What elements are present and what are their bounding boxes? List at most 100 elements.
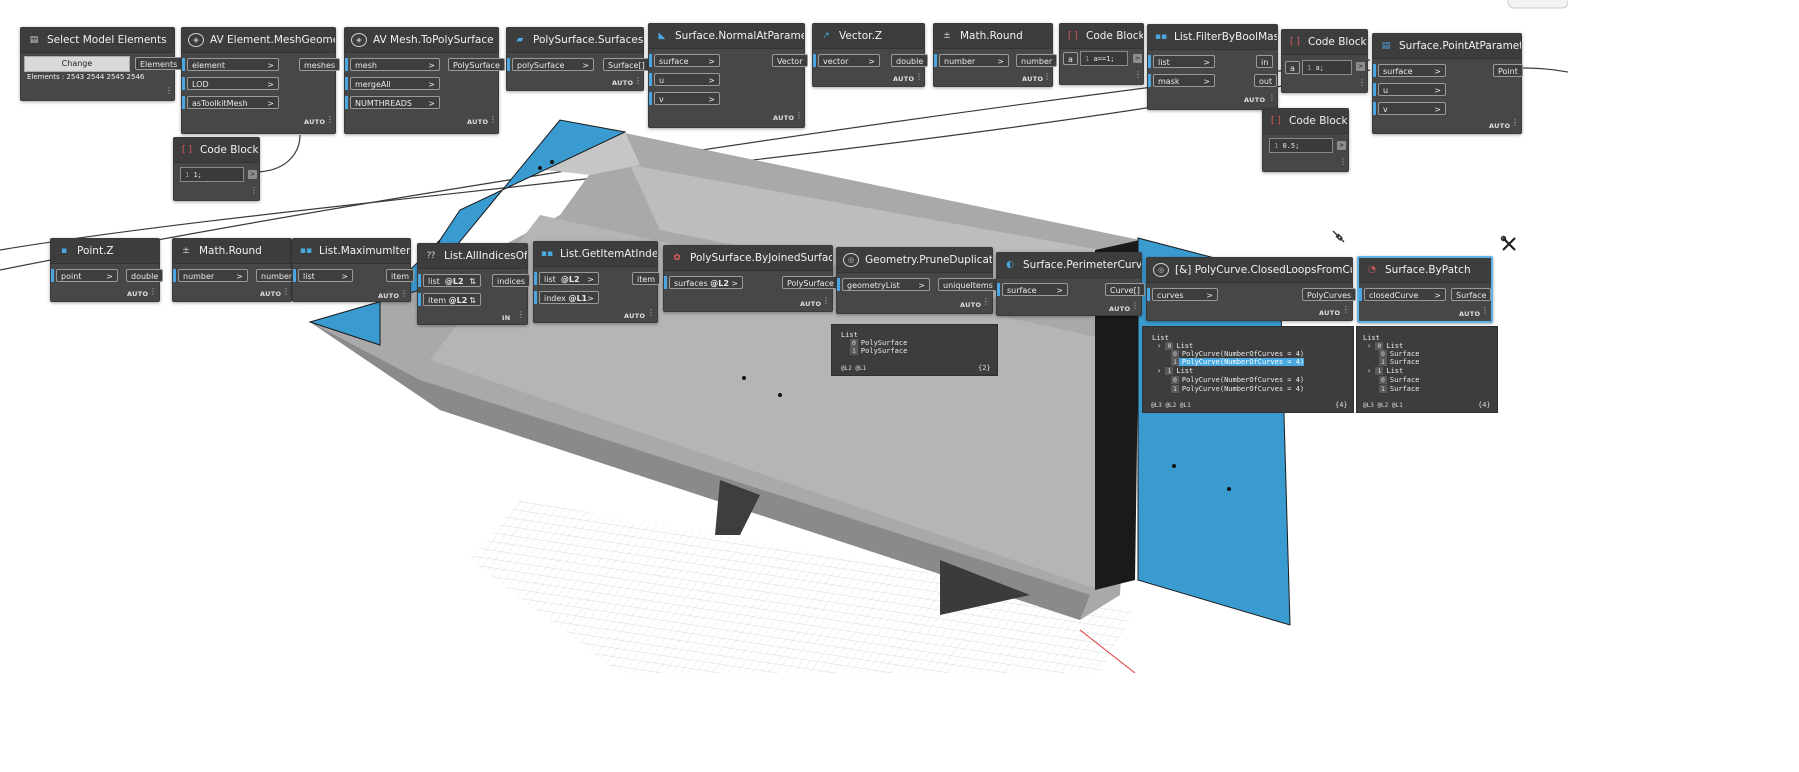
output-port[interactable]: > (1337, 141, 1346, 150)
node-menu-icon[interactable]: ⋮ (1358, 79, 1366, 87)
wrench-icon[interactable] (1500, 235, 1518, 253)
u-input[interactable]: u > (1378, 83, 1446, 96)
polysurface-input[interactable]: polySurface > (512, 58, 594, 71)
a-input[interactable]: a (1063, 52, 1078, 65)
item-output[interactable]: item (632, 272, 661, 285)
meshes-output[interactable]: meshes (299, 58, 341, 71)
node-menu-icon[interactable]: ⋮ (822, 297, 830, 305)
lacing-label[interactable]: AUTO (1459, 310, 1480, 318)
output-port[interactable]: > (248, 170, 257, 179)
output-port[interactable]: > (1133, 54, 1142, 63)
node-menu-icon[interactable]: ⋮ (282, 288, 290, 296)
node-menu-icon[interactable]: ⋮ (326, 116, 334, 124)
closedcurve-input[interactable]: closedCurve > (1364, 288, 1446, 301)
polycurve-closedloopsfromcurves-node[interactable]: ◎ [&] PolyCurve.ClosedLoopsFromCurves cur… (1146, 257, 1357, 321)
mergeall-input[interactable]: mergeAll > (350, 77, 440, 90)
vector-z-node[interactable]: ↗ Vector.Z vector > double AUTO ⋮ (812, 23, 929, 87)
u-input[interactable]: u > (654, 73, 720, 86)
surface-input[interactable]: surface > (654, 54, 720, 67)
surface-input[interactable]: surface > (1002, 283, 1068, 296)
list-getitematindex-node[interactable]: ▪▪ List.GetItemAtIndex list @L2 > index @L… (533, 241, 661, 323)
node-menu-icon[interactable]: ⋮ (1339, 158, 1347, 166)
lacing-label[interactable]: AUTO (612, 79, 633, 87)
surfaces-input[interactable]: surfaces @L2 > (669, 276, 743, 289)
node-menu-icon[interactable]: ⋮ (1131, 302, 1139, 310)
lacing-label[interactable]: AUTO (127, 290, 148, 298)
astoolkitmesh-input[interactable]: asToolkitMesh > (187, 96, 279, 109)
lod-input[interactable]: LOD > (187, 77, 279, 90)
code-block-node-one[interactable]: [ ] Code Block 1 1; > ⋮ (173, 137, 260, 201)
node-menu-icon[interactable]: ⋮ (250, 187, 258, 195)
output-port[interactable]: > (1356, 62, 1365, 71)
elements-output[interactable]: Elements (135, 57, 183, 70)
node-menu-icon[interactable]: ⋮ (915, 73, 923, 81)
list-input[interactable]: list @L2 > (539, 272, 599, 285)
lacing-label[interactable]: AUTO (960, 301, 981, 309)
code-editor[interactable]: 1 a; (1302, 60, 1352, 75)
code-block-node-a[interactable]: [ ] Code Block a 1 a; > ⋮ (1281, 29, 1368, 93)
mask-input[interactable]: mask > (1153, 74, 1215, 87)
graph-canvas[interactable]: ▤ Select Model Elements Change Elements E… (0, 0, 1568, 673)
polysurface-output[interactable]: PolySurface (782, 276, 839, 289)
lacing-label[interactable]: AUTO (467, 118, 488, 126)
node-menu-icon[interactable]: ⋮ (1043, 73, 1051, 81)
selected-preview-row[interactable]: 1 PolyCurve(NumberOfCurves = 4) (1171, 358, 1305, 366)
surface-perimetercurves-node[interactable]: ◐ Surface.PerimeterCurves surface > Curve[… (996, 252, 1145, 316)
node-menu-icon[interactable]: ⋮ (634, 77, 642, 85)
numthreads-input[interactable]: NUMTHREADS > (350, 96, 440, 109)
pin-icon[interactable] (1330, 228, 1346, 244)
change-button[interactable]: Change (24, 56, 130, 72)
item-input[interactable]: item @L2 ⇅ (423, 293, 481, 306)
polysurface-byjoinedsurfaces-node[interactable]: ✿ PolySurface.ByJoinedSurfaces surfaces @… (663, 245, 839, 312)
node-menu-icon[interactable]: ⋮ (647, 309, 655, 317)
element-meshgeometry-node[interactable]: ◈ AV Element.MeshGeometry element> LOD> a… (181, 27, 341, 134)
number-input[interactable]: number > (178, 269, 248, 282)
lacing-label[interactable]: AUTO (1319, 309, 1340, 317)
code-block-node-half[interactable]: [ ] Code Block 1 0.5; > ⋮ (1262, 108, 1349, 172)
double-output[interactable]: double (891, 54, 929, 67)
list-input[interactable]: list @L2 ⇅ (423, 274, 481, 287)
polycurves-output[interactable]: PolyCurves (1302, 288, 1357, 301)
lacing-label[interactable]: AUTO (304, 118, 325, 126)
code-editor[interactable]: 1 a==1; (1080, 51, 1128, 66)
node-menu-icon[interactable]: ⋮ (1342, 306, 1350, 314)
curves-output[interactable]: Curve[] (1105, 283, 1145, 296)
point-output[interactable]: Point (1493, 64, 1523, 77)
code-editor[interactable]: 1 1; (180, 167, 244, 182)
node-menu-icon[interactable]: ⋮ (1511, 119, 1519, 127)
list-filterbyboolmask-node[interactable]: ▪▪ List.FilterByBoolMask list > mask > in o… (1147, 24, 1278, 110)
number-output[interactable]: number (1016, 54, 1058, 67)
curves-input[interactable]: curves > (1152, 288, 1218, 301)
node-menu-icon[interactable]: ⋮ (489, 116, 497, 124)
a-input[interactable]: a (1285, 61, 1300, 74)
polysurface-output[interactable]: PolySurface (448, 58, 505, 71)
lacing-label[interactable]: AUTO (1244, 96, 1265, 104)
v-input[interactable]: v > (1378, 102, 1446, 115)
node-menu-icon[interactable]: ⋮ (149, 288, 157, 296)
math-round-node-bottom[interactable]: ± Math.Round number > number AUTO ⋮ (172, 238, 298, 302)
element-input[interactable]: element > (187, 58, 279, 71)
select-model-elements-node[interactable]: ▤ Select Model Elements Change Elements E… (20, 27, 183, 101)
in-output[interactable]: in (1256, 55, 1274, 68)
mesh-topolysurface-node[interactable]: ◈ AV Mesh.ToPolySurface mesh > mergeAll > N… (344, 27, 505, 134)
patch-preview-bubble[interactable]: List › 0 List 0 Surface 1 Surface › 1 List 0… (1356, 326, 1498, 413)
lacing-label[interactable]: AUTO (773, 114, 794, 122)
polysurface-surfaces-node[interactable]: ▰ PolySurface.Surfaces polySurface > Surfa… (506, 27, 650, 91)
surface-input[interactable]: surface > (1378, 64, 1446, 77)
index-input[interactable]: index @L1 > (539, 291, 599, 304)
point-input[interactable]: point > (56, 269, 118, 282)
out-output[interactable]: out (1254, 74, 1278, 87)
lacing-label[interactable]: AUTO (624, 312, 645, 320)
node-menu-icon[interactable]: ⋮ (165, 87, 173, 95)
node-menu-icon[interactable]: ⋮ (1134, 71, 1142, 79)
node-menu-icon[interactable]: ⋮ (517, 311, 525, 319)
vector-input[interactable]: vector > (818, 54, 880, 67)
list-input[interactable]: list > (1153, 55, 1215, 68)
node-menu-icon[interactable]: ⋮ (1481, 307, 1489, 315)
surface-output[interactable]: Surface (1451, 288, 1492, 301)
geometry-pruneduplicates-node[interactable]: ◎ Geometry.PruneDuplicates geometryList > … (836, 247, 998, 314)
lacing-label[interactable]: AUTO (260, 290, 281, 298)
list-maximumitem-node[interactable]: ▪▪ List.MaximumItem list > item AUTO ⋮ (292, 238, 415, 302)
point-z-node[interactable]: ▪ Point.Z point > double AUTO ⋮ (50, 238, 164, 302)
surface-bypatch-node[interactable]: ◔ Surface.ByPatch closedCurve > Surface AU… (1357, 256, 1493, 323)
